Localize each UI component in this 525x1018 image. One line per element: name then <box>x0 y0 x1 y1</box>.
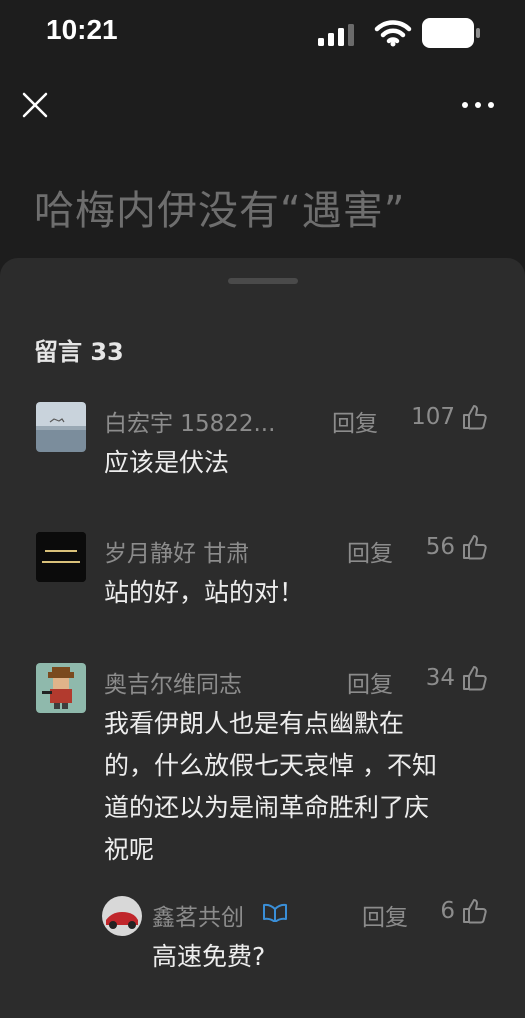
comment-text-line: 我看伊朗人也是有点幽默在 <box>104 709 405 738</box>
like-count: 56 <box>425 534 455 560</box>
like-count: 107 <box>411 404 455 430</box>
sheet-drag-handle[interactable] <box>228 278 298 284</box>
comment-text: 站的好，站的对！ <box>104 578 305 607</box>
comment-author[interactable]: 奥吉尔维同志 <box>104 665 242 699</box>
thumbs-up-icon[interactable] <box>461 664 489 692</box>
avatar[interactable] <box>102 896 142 936</box>
thumbs-up-icon[interactable] <box>461 403 489 431</box>
reply-button[interactable]: 回复 <box>347 534 393 568</box>
avatar[interactable] <box>36 402 86 452</box>
comments-count-header: 留言 33 <box>34 338 124 366</box>
comment-text-line: 道的还以为是闹革命胜利了庆 <box>104 793 430 822</box>
status-time: 10:21 <box>46 14 118 45</box>
comments-sheet: 留言 33 白宏宇 15822... 回复 107 应该是伏法 岁月静好 甘肃 … <box>0 258 525 1018</box>
comment-author[interactable]: 岁月静好 甘肃 <box>104 534 249 568</box>
cellular-signal-icon <box>318 24 354 46</box>
reply-button[interactable]: 回复 <box>362 898 408 932</box>
more-options-icon[interactable] <box>458 92 498 118</box>
close-icon[interactable] <box>20 90 50 120</box>
reply-author[interactable]: 鑫茗共创 <box>152 898 244 932</box>
avatar[interactable] <box>36 532 86 582</box>
battery-icon <box>422 18 480 48</box>
like-count: 6 <box>440 898 455 924</box>
article-title: 哈梅内伊没有“遇害” <box>34 188 406 234</box>
avatar[interactable] <box>36 663 86 713</box>
reply-button[interactable]: 回复 <box>332 404 378 438</box>
comment-text: 应该是伏法 <box>104 448 230 477</box>
comment-text-line: 祝呢 <box>104 835 155 864</box>
thumbs-up-icon[interactable] <box>461 897 489 925</box>
reply-text: 高速免费? <box>152 942 266 971</box>
thumbs-up-icon[interactable] <box>461 533 489 561</box>
verified-badge-icon <box>263 903 287 922</box>
reply-button[interactable]: 回复 <box>347 665 393 699</box>
comment-text: 我看伊朗人也是有点幽默在 的，什么放假七天哀悼 ，不知 道的还以为是闹革命胜利了… <box>104 703 504 871</box>
comment-author[interactable]: 白宏宇 15822... <box>104 404 275 438</box>
wifi-icon <box>374 20 412 47</box>
comment-text-line: 的，什么放假七天哀悼 ，不知 <box>104 751 437 780</box>
like-count: 34 <box>425 665 455 691</box>
status-bar: 10:21 <box>0 0 525 62</box>
